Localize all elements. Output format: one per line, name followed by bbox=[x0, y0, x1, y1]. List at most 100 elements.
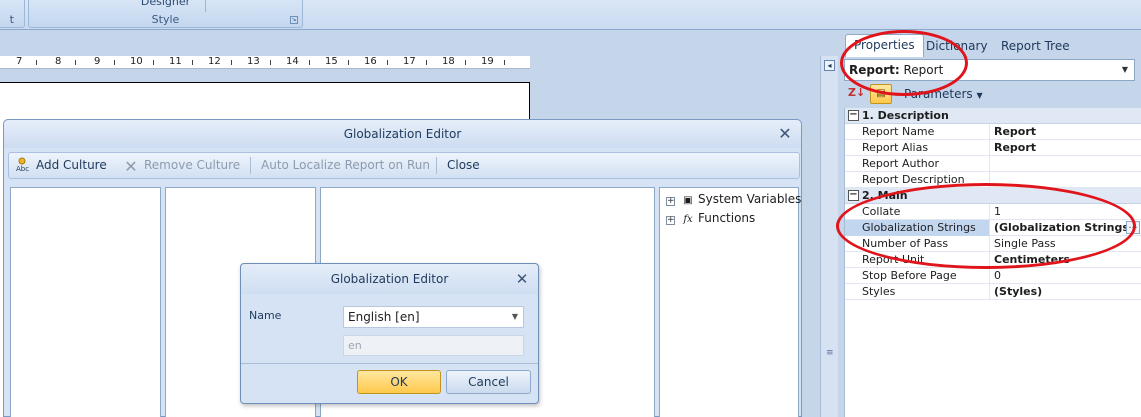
expand-icon[interactable]: + bbox=[666, 216, 675, 225]
properties-toolbar: Z↓ ▤ Parameters ▼ bbox=[844, 83, 1141, 107]
property-row[interactable]: Styles (Styles) bbox=[845, 284, 1141, 300]
property-value[interactable]: 1 bbox=[991, 204, 1141, 220]
parameters-dropdown[interactable]: Parameters ▼ bbox=[904, 87, 983, 101]
categorized-icon[interactable]: ▤ bbox=[870, 84, 892, 104]
property-value[interactable] bbox=[991, 172, 1141, 188]
add-culture-label: Add Culture bbox=[36, 158, 107, 172]
tab-properties[interactable]: Properties bbox=[845, 34, 924, 57]
remove-icon: ✕ bbox=[124, 157, 138, 176]
property-key: Report Author bbox=[845, 156, 990, 172]
culture-code-value: en bbox=[348, 339, 362, 352]
property-row[interactable]: Number of Pass Single Pass bbox=[845, 236, 1141, 252]
sort-az-icon[interactable]: Z↓ bbox=[848, 86, 865, 99]
property-row[interactable]: Collate 1 bbox=[845, 204, 1141, 220]
dialog-launcher-icon[interactable]: ↘ bbox=[290, 16, 298, 24]
property-value[interactable]: Report bbox=[991, 140, 1141, 156]
property-key: Globalization Strings bbox=[845, 220, 990, 236]
ruler-label: 11 bbox=[169, 56, 182, 67]
auto-localize-label: Auto Localize Report on Run bbox=[261, 158, 430, 172]
property-value[interactable]: Report bbox=[991, 124, 1141, 140]
property-value[interactable]: Centimeters bbox=[991, 252, 1141, 268]
ruler-label: 10 bbox=[130, 56, 143, 67]
pin-icon[interactable]: ◂ bbox=[824, 60, 835, 71]
ruler-label: 19 bbox=[481, 56, 494, 67]
cultures-list[interactable] bbox=[10, 187, 161, 417]
name-label: Name bbox=[249, 309, 282, 322]
variables-icon: ▣ bbox=[683, 195, 693, 206]
splitter-grip-icon[interactable]: ≡ bbox=[826, 349, 834, 360]
designer-label[interactable]: Designer bbox=[29, 0, 302, 8]
properties-panel: Properties Dictionary Report Tree Report… bbox=[838, 30, 1141, 417]
property-key: Report Name bbox=[845, 124, 990, 140]
culture-code-field: en bbox=[343, 335, 524, 356]
ribbon: t Designer Style ↘ bbox=[0, 0, 1141, 30]
property-value[interactable] bbox=[991, 156, 1141, 172]
collapse-icon[interactable]: − bbox=[848, 110, 859, 121]
object-name-label: Report bbox=[903, 63, 944, 77]
collapse-icon[interactable]: − bbox=[848, 190, 859, 201]
tab-report-tree[interactable]: Report Tree bbox=[993, 36, 1078, 57]
remove-culture-button[interactable]: ✕ Remove Culture bbox=[123, 153, 240, 178]
ruler-label: 17 bbox=[403, 56, 416, 67]
chevron-down-icon[interactable]: ▼ bbox=[512, 307, 518, 327]
property-key: Number of Pass bbox=[845, 236, 990, 252]
panel-splitter[interactable]: ◂ ≡ bbox=[820, 56, 838, 417]
ruler-label: 15 bbox=[325, 56, 338, 67]
ruler-label: 7 bbox=[16, 56, 23, 67]
chevron-down-icon: ▼ bbox=[976, 91, 983, 100]
toolbar-separator bbox=[436, 157, 437, 174]
dialog-separator bbox=[241, 363, 538, 364]
ruler-label: 18 bbox=[442, 56, 455, 67]
property-row[interactable]: Stop Before Page 0 bbox=[845, 268, 1141, 284]
ruler-label: 9 bbox=[94, 56, 101, 67]
property-value[interactable]: (Globalization Strings) bbox=[991, 220, 1141, 236]
auto-localize-button[interactable]: Auto Localize Report on Run bbox=[261, 153, 430, 178]
expand-icon[interactable]: + bbox=[666, 197, 675, 206]
category-row[interactable]: − 1. Description bbox=[845, 108, 1141, 124]
property-key: Collate bbox=[845, 204, 990, 220]
property-row[interactable]: Report Alias Report bbox=[845, 140, 1141, 156]
property-row[interactable]: Report Unit Centimeters bbox=[845, 252, 1141, 268]
property-grid: − 1. Description Report Name Report Repo… bbox=[844, 108, 1141, 417]
system-variables-label: System Variables bbox=[698, 192, 802, 206]
close-button[interactable]: Close bbox=[447, 153, 480, 178]
tab-dictionary[interactable]: Dictionary bbox=[918, 36, 996, 57]
add-culture-button[interactable]: Abc Add Culture bbox=[15, 153, 107, 178]
ruler-label: 12 bbox=[208, 56, 221, 67]
variables-tree[interactable]: + ▣ System Variables + fx Functions bbox=[659, 187, 801, 417]
remove-culture-label: Remove Culture bbox=[144, 158, 241, 172]
property-row[interactable]: Report Author bbox=[845, 156, 1141, 172]
tree-node-functions[interactable]: + fx Functions bbox=[666, 209, 755, 227]
property-row[interactable]: Report Description bbox=[845, 172, 1141, 188]
ok-button[interactable]: OK bbox=[357, 370, 441, 394]
category-row[interactable]: − 2. Main bbox=[845, 188, 1141, 204]
close-icon[interactable]: ✕ bbox=[777, 126, 793, 142]
property-value[interactable]: Single Pass bbox=[991, 236, 1141, 252]
ruler-background bbox=[530, 56, 820, 69]
chevron-down-icon[interactable]: ▼ bbox=[1122, 60, 1128, 80]
property-key: Styles bbox=[845, 284, 990, 300]
property-key: Report Description bbox=[845, 172, 990, 188]
property-row[interactable]: Report Name Report bbox=[845, 124, 1141, 140]
tree-node-system-variables[interactable]: + ▣ System Variables bbox=[666, 190, 801, 208]
ribbon-group-left-label: t bbox=[9, 13, 14, 26]
category-title: 2. Main bbox=[862, 189, 908, 202]
property-value[interactable]: 0 bbox=[991, 268, 1141, 284]
culture-combobox[interactable]: English [en] ▼ bbox=[343, 306, 524, 328]
toolbar-separator bbox=[250, 157, 251, 174]
property-row-selected[interactable]: Globalization Strings (Globalization Str… bbox=[845, 220, 1141, 236]
ellipsis-button[interactable]: … bbox=[1126, 221, 1140, 234]
category-title: 1. Description bbox=[862, 109, 949, 122]
property-key: Report Alias bbox=[845, 140, 990, 156]
ruler-label: 13 bbox=[247, 56, 260, 67]
globalization-editor-title: Globalization Editor bbox=[4, 120, 801, 148]
ribbon-divider bbox=[205, 0, 206, 12]
property-value[interactable]: (Styles) bbox=[991, 284, 1141, 300]
ribbon-group-style: Designer Style ↘ bbox=[28, 0, 303, 28]
object-selector[interactable]: Report: Report ▼ bbox=[844, 59, 1135, 81]
ruler-label: 14 bbox=[286, 56, 299, 67]
cancel-button[interactable]: Cancel bbox=[446, 370, 531, 394]
ruler-label: 8 bbox=[55, 56, 62, 67]
globalization-toolbar: Abc Add Culture ✕ Remove Culture Auto Loc… bbox=[8, 152, 800, 179]
close-icon[interactable]: ✕ bbox=[514, 271, 530, 287]
